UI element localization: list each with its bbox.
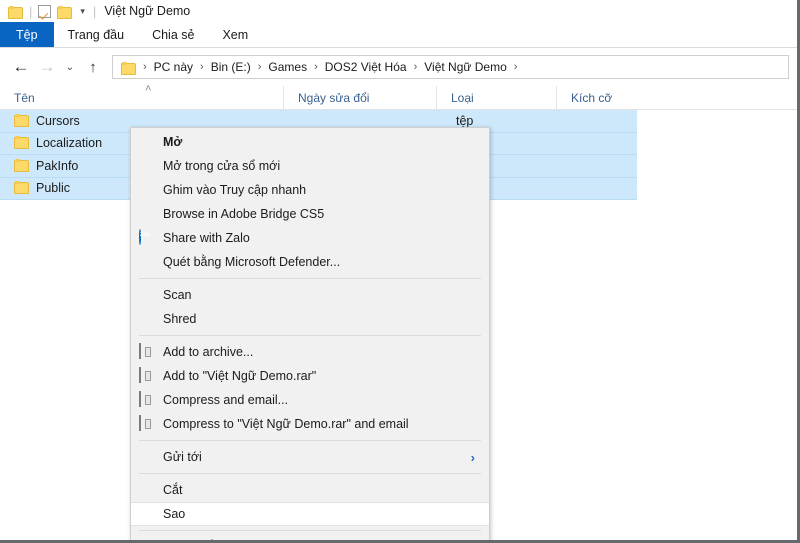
title-bar: | ▾ | Việt Ngữ Demo <box>0 0 797 22</box>
menu-item-scan[interactable]: Scan <box>131 283 489 307</box>
menu-separator <box>139 335 481 336</box>
folder-icon[interactable] <box>8 4 23 19</box>
red-shield-icon <box>139 311 155 327</box>
winrar-icon-glyph <box>139 343 141 359</box>
menu-item-label: Share with Zalo <box>163 231 250 245</box>
menu-item-compress-to-vi-t-ng-demo-rar-and-email[interactable]: Compress to "Việt Ngữ Demo.rar" and emai… <box>131 412 489 436</box>
breadcrumb-separator: › <box>413 61 418 73</box>
new-folder-icon[interactable] <box>57 4 73 19</box>
winrar-icon <box>139 391 155 408</box>
menu-item-shred[interactable]: Shred <box>131 307 489 331</box>
menu-item-label: Compress and email... <box>163 393 289 407</box>
menu-item-label: Gửi tới <box>163 450 202 464</box>
column-header-date-modified-label: Ngày sửa đổi <box>298 90 370 105</box>
menu-item-label: Browse in Adobe Bridge CS5 <box>163 207 325 221</box>
menu-separator <box>139 530 481 531</box>
column-header-row: Tên ˄ Ngày sửa đổi Loại Kích cỡ <box>0 82 797 110</box>
breadcrumb-separator: › <box>257 61 262 73</box>
folder-icon <box>14 157 29 175</box>
arrow-left-icon[interactable]: ← <box>8 54 34 80</box>
tab-home[interactable]: Trang đầu <box>54 22 139 47</box>
menu-item-label: Add to "Việt Ngữ Demo.rar" <box>163 369 317 383</box>
folder-icon <box>121 60 136 75</box>
menu-item-c-t[interactable]: Cắt <box>131 478 489 502</box>
menu-item-label: Mở trong cửa sổ mới <box>163 159 281 173</box>
breadcrumb-item-2[interactable]: Games <box>264 60 311 74</box>
menu-separator <box>139 278 481 279</box>
menu-item-label: Sao <box>163 507 186 521</box>
breadcrumb-item-3[interactable]: DOS2 Việt Hóa <box>321 60 411 74</box>
menu-item-label: Mở <box>163 135 183 149</box>
window-title: Việt Ngữ Demo <box>104 4 191 18</box>
menu-item-sao[interactable]: Sao <box>131 502 489 526</box>
folder-icon <box>14 134 29 152</box>
sort-ascending-caret-icon: ˄ <box>145 82 152 95</box>
menu-item-label: Quét bằng Microsoft Defender... <box>163 255 341 269</box>
menu-item-browse-in-adobe-bridge-cs5[interactable]: Browse in Adobe Bridge CS5 <box>131 202 489 226</box>
ribbon-tab-bar: Tệp Trang đầu Chia sẻ Xem <box>0 22 797 48</box>
menu-item-m-trong-c-a-s-m-i[interactable]: Mở trong cửa sổ mới <box>131 154 489 178</box>
checkbox-checked-icon[interactable] <box>38 4 52 18</box>
winrar-icon <box>139 343 155 360</box>
menu-item-label: Add to archive... <box>163 345 254 359</box>
folder-icon <box>14 112 29 130</box>
breadcrumb-separator[interactable]: › <box>513 61 519 73</box>
column-header-name-label: Tên <box>14 90 35 105</box>
breadcrumb-separator: › <box>200 61 204 73</box>
winrar-icon-glyph <box>139 391 141 407</box>
menu-item-ghim-v-o-truy-c-p-nhanh[interactable]: Ghim vào Truy cập nhanh <box>131 178 489 202</box>
menu-item-compress-and-email[interactable]: Compress and email... <box>131 388 489 412</box>
menu-item-label: Cắt <box>163 483 183 497</box>
arrow-right-icon[interactable]: → <box>34 54 60 80</box>
menu-item-m[interactable]: Mở <box>131 130 489 154</box>
winrar-icon-glyph <box>139 415 141 431</box>
zalo-icon <box>139 229 155 246</box>
file-type: tệp <box>456 113 474 128</box>
winrar-icon-glyph <box>139 367 141 383</box>
tab-file[interactable]: Tệp <box>0 22 54 47</box>
breadcrumb-separator: › <box>143 61 147 73</box>
red-shield-icon <box>139 287 155 303</box>
chevron-down-icon[interactable]: ▾ <box>80 6 85 17</box>
chevron-down-icon[interactable]: ⌄ <box>60 54 80 80</box>
explorer-window: | ▾ | Việt Ngữ Demo Tệp Trang đầu Chia s… <box>0 0 800 543</box>
divider: | <box>29 3 33 19</box>
menu-item-label: Compress to "Việt Ngữ Demo.rar" and emai… <box>163 417 409 431</box>
breadcrumb[interactable]: › PC này › Bin (E:) › Games › DOS2 Việt … <box>112 55 789 79</box>
column-header-date-modified[interactable]: Ngày sửa đổi <box>283 85 436 110</box>
breadcrumb-separator: › <box>314 61 318 73</box>
address-bar: ← → ⌄ ↑ › PC này › Bin (E:) › Games › DO… <box>0 48 797 86</box>
menu-item-label: Shred <box>163 312 197 326</box>
winrar-icon <box>139 415 155 432</box>
divider: | <box>92 3 97 19</box>
file-name: Cursors <box>36 113 80 128</box>
column-header-type-label: Loại <box>451 90 474 105</box>
column-header-size[interactable]: Kích cỡ <box>556 85 660 110</box>
winrar-icon <box>139 367 155 384</box>
defender-shield-icon <box>139 254 155 270</box>
menu-item-add-to-archive[interactable]: Add to archive... <box>131 340 489 364</box>
menu-item-g-i-t-i[interactable]: Gửi tới › <box>131 445 489 469</box>
breadcrumb-item-4[interactable]: Việt Ngữ Demo <box>420 60 511 74</box>
column-header-name[interactable]: Tên ˄ <box>0 82 283 110</box>
breadcrumb-item-1[interactable]: Bin (E:) <box>207 60 255 74</box>
folder-icon <box>14 179 29 197</box>
arrow-up-icon[interactable]: ↑ <box>80 54 106 80</box>
menu-item-qu-t-b-ng-microsoft-defender[interactable]: Quét bằng Microsoft Defender... <box>131 250 489 274</box>
tab-view[interactable]: Xem <box>208 22 262 47</box>
menu-item-add-to-vi-t-ng-demo-rar[interactable]: Add to "Việt Ngữ Demo.rar" <box>131 364 489 388</box>
menu-item-label: Scan <box>163 288 192 302</box>
menu-separator <box>139 440 481 441</box>
menu-separator <box>139 473 481 474</box>
chevron-right-icon: › <box>470 449 475 465</box>
context-menu: Mở Mở trong cửa sổ mới Ghim vào Truy cập n… <box>130 127 490 540</box>
tab-share[interactable]: Chia sẻ <box>138 22 208 47</box>
zalo-icon-glyph <box>139 229 141 245</box>
menu-item-label: Ghim vào Truy cập nhanh <box>163 183 307 197</box>
column-header-type[interactable]: Loại <box>436 85 556 110</box>
menu-item-share-with-zalo[interactable]: Share with Zalo <box>131 226 489 250</box>
menu-item-t-o-l-i-t-t[interactable]: Tạo lối tắt <box>131 535 489 540</box>
breadcrumb-item-0[interactable]: PC này <box>150 60 197 74</box>
column-header-size-label: Kích cỡ <box>571 90 613 105</box>
